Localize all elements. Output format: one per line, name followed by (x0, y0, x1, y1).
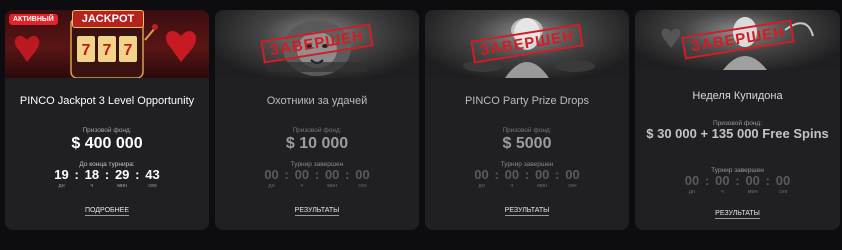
timer-separator: : (135, 167, 140, 182)
timer-hours: 18 ч (84, 167, 100, 190)
timer-days: 00 дн (474, 167, 489, 190)
timer-separator: : (704, 173, 710, 188)
svg-text:7: 7 (103, 42, 112, 59)
prize-fund-label: Призовой фонд: (502, 127, 552, 134)
svg-text:7: 7 (82, 42, 91, 59)
timer-hours: 00 ч (715, 173, 730, 196)
results-link[interactable]: РЕЗУЛЬТАТЫ (635, 210, 840, 219)
timer-separator: : (74, 167, 79, 182)
timer-minutes: 29 мин (114, 167, 130, 190)
prize-fund-label: Призовой фонд: (82, 127, 132, 134)
timer-separator: : (314, 167, 320, 182)
prize-fund-value: $ 10 000 (285, 135, 349, 152)
timer-separator: : (524, 167, 530, 182)
details-link[interactable]: ПОДРОБНЕЕ (5, 207, 209, 216)
lion-image[interactable]: ЗАВЕРШЕН (215, 10, 419, 78)
timer-minutes: 00 мин (745, 173, 760, 196)
countdown-timer: 19 дн : 18 ч : 29 мин : 43 сек (5, 167, 209, 190)
status-badge-active: АКТИВНЫЙ (9, 14, 58, 25)
timer-minutes: 00 мин (324, 167, 340, 190)
timer-seconds: 43 сек (145, 167, 160, 190)
results-link-label[interactable]: РЕЗУЛЬТАТЫ (294, 207, 340, 216)
prize-fund-value: $ 400 000 (71, 135, 143, 152)
jackpot-sign: JACKPOT (72, 10, 144, 28)
timer-hours: 00 ч (504, 167, 520, 190)
timer-hours: 00 ч (294, 167, 310, 190)
cupid-woman-image[interactable]: ЗАВЕРШЕН (635, 10, 840, 70)
tournament-title: Охотники за удачей (266, 95, 368, 107)
timer-separator: : (345, 167, 350, 182)
results-link[interactable]: РЕЗУЛЬТАТЫ (425, 207, 629, 216)
timer-seconds: 00 сек (565, 167, 580, 190)
timer-separator: : (765, 173, 771, 188)
countdown-timer: 00 дн : 00 ч : 00 мин : 00 сек (635, 173, 840, 196)
timer-days: 00 дн (264, 167, 279, 190)
countdown-timer: 00 дн : 00 ч : 00 мин : 00 сек (425, 167, 629, 190)
results-link-label[interactable]: РЕЗУЛЬТАТЫ (504, 207, 550, 216)
timer-separator: : (284, 167, 289, 182)
tournament-card-luck-hunters[interactable]: ЗАВЕРШЕН Охотники за удачей Призовой фон… (215, 10, 419, 230)
results-link-label[interactable]: РЕЗУЛЬТАТЫ (715, 210, 760, 219)
timer-separator: : (494, 167, 499, 182)
timer-seconds: 00 сек (355, 167, 370, 190)
timer-days: 19 дн (54, 167, 69, 190)
prize-fund-value: $ 5000 (502, 135, 552, 152)
tournament-title: PINCO Party Prize Drops (464, 95, 590, 107)
woman-party-image[interactable]: ЗАВЕРШЕН (425, 10, 629, 78)
tournament-card-cupid-week[interactable]: ЗАВЕРШЕН Неделя Купидона Призовой фонд: … (635, 10, 840, 230)
tournament-title: PINCO Jackpot 3 Level Opportunity (19, 95, 195, 107)
tournament-card-party-prize-drops[interactable]: ЗАВЕРШЕН PINCO Party Prize Drops Призово… (425, 10, 629, 230)
details-link-label[interactable]: ПОДРОБНЕЕ (84, 207, 129, 216)
prize-fund-label: Призовой фонд: (292, 127, 342, 134)
prize-fund-value: $ 30 000 + 135 000 Free Spins (646, 126, 829, 141)
timer-separator: : (104, 167, 110, 182)
tournament-title: Неделя Купидона (692, 90, 783, 102)
svg-text:7: 7 (124, 42, 133, 59)
results-link[interactable]: РЕЗУЛЬТАТЫ (215, 207, 419, 216)
timer-separator: : (735, 173, 740, 188)
countdown-timer: 00 дн : 00 ч : 00 мин : 00 сек (215, 167, 419, 190)
timer-minutes: 00 мин (534, 167, 550, 190)
tournament-card-jackpot[interactable]: 7 7 7 JACKPOT АКТИВНЫЙ PINCO Jackpot 3 L… (5, 10, 209, 230)
timer-separator: : (555, 167, 560, 182)
timer-days: 00 дн (684, 173, 700, 196)
timer-seconds: 00 сек (775, 173, 791, 196)
